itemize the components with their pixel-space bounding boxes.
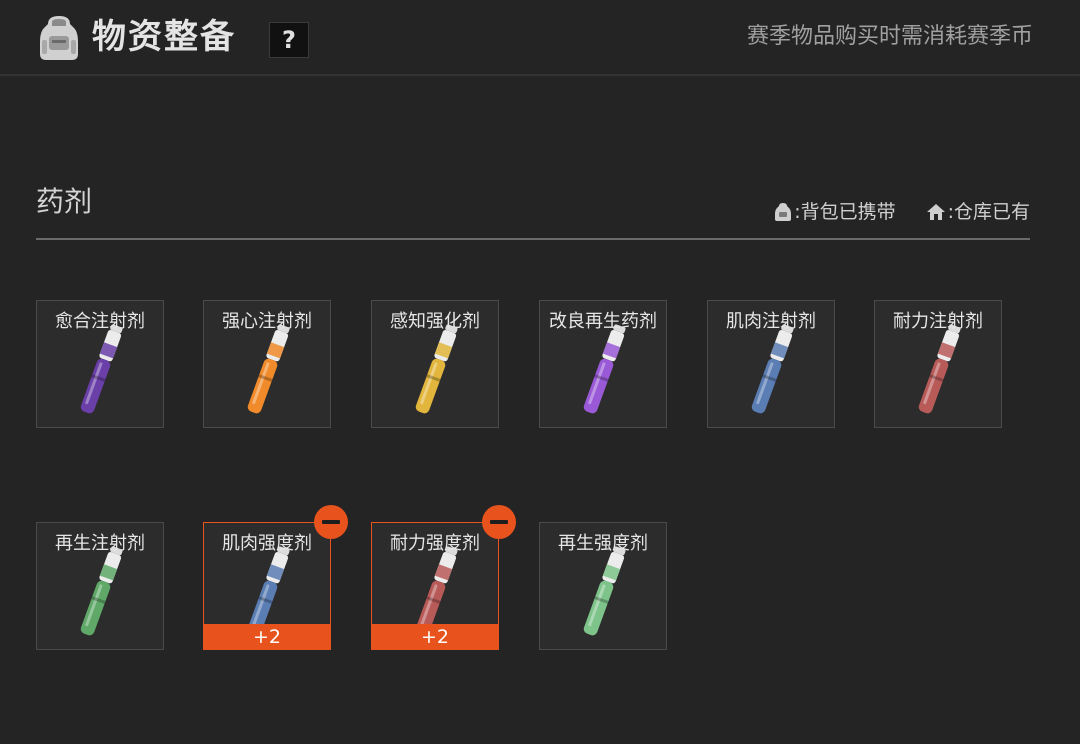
backpack-small-icon <box>775 203 792 221</box>
item-name: 强心注射剂 <box>222 311 312 332</box>
top-bar: 物资整备 ? 赛季物品购买时需消耗赛季币 <box>0 0 1080 76</box>
item-card[interactable]: 肌肉强度剂 +2 <box>203 505 348 650</box>
item-count-badge: +2 <box>371 624 499 650</box>
item-count-badge: +2 <box>203 624 331 650</box>
page-title: 物资整备 <box>92 17 236 57</box>
item-name: 肌肉注射剂 <box>726 311 816 332</box>
item-card[interactable]: 再生强度剂 <box>539 522 667 650</box>
item-name: 耐力强度剂 <box>390 533 480 554</box>
section-divider <box>36 238 1030 240</box>
item-name: 愈合注射剂 <box>55 311 145 332</box>
legend: :背包已携带 :仓库已有 <box>774 198 1030 226</box>
item-card[interactable]: 耐力注射剂 <box>874 300 1002 428</box>
backpack-icon <box>40 16 78 60</box>
item-name: 再生注射剂 <box>55 533 145 554</box>
help-button[interactable]: ? <box>269 22 309 58</box>
item-name: 改良再生药剂 <box>549 311 657 332</box>
item-card[interactable]: 愈合注射剂 <box>36 300 164 428</box>
remove-item-button[interactable] <box>482 505 516 539</box>
legend-warehouse: :仓库已有 <box>926 198 1030 226</box>
remove-item-button[interactable] <box>314 505 348 539</box>
item-card[interactable]: 再生注射剂 <box>36 522 164 650</box>
legend-backpack: :背包已携带 <box>774 198 896 226</box>
item-card[interactable]: 改良再生药剂 <box>539 300 667 428</box>
item-card[interactable]: 感知强化剂 <box>371 300 499 428</box>
item-card[interactable]: 耐力强度剂 +2 <box>371 505 516 650</box>
season-coin-note: 赛季物品购买时需消耗赛季币 <box>746 24 1033 49</box>
item-name: 感知强化剂 <box>390 311 480 332</box>
legend-warehouse-label: :仓库已有 <box>947 201 1030 223</box>
item-name: 再生强度剂 <box>558 533 648 554</box>
item-card[interactable]: 强心注射剂 <box>203 300 331 428</box>
item-card[interactable]: 肌肉注射剂 <box>707 300 835 428</box>
section-title: 药剂 <box>36 185 93 218</box>
item-name: 耐力注射剂 <box>893 311 983 332</box>
house-icon <box>926 204 945 220</box>
item-name: 肌肉强度剂 <box>222 533 312 554</box>
legend-backpack-label: :背包已携带 <box>794 201 896 223</box>
